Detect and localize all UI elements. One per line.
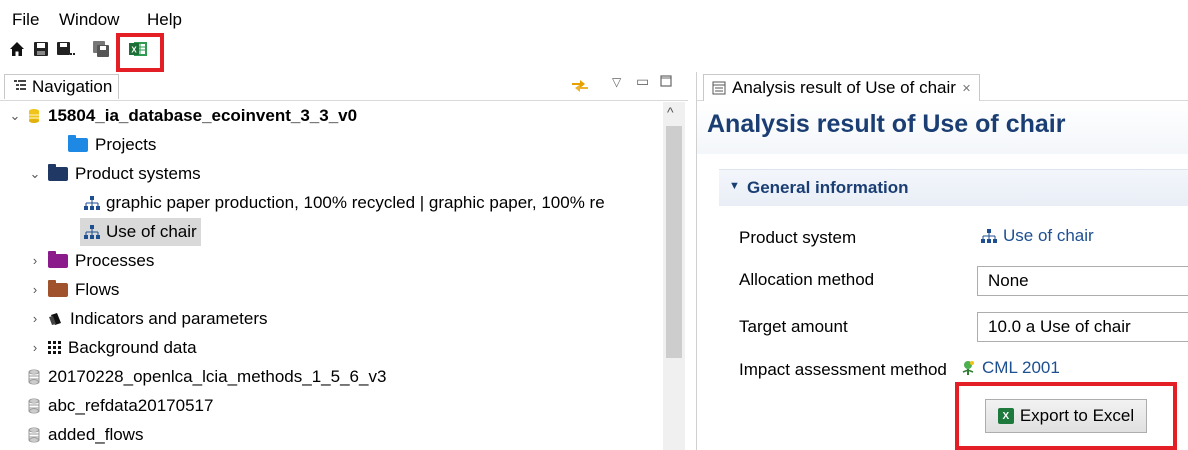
collapsed-chevron-icon[interactable]: › [28,254,42,268]
section-general-information[interactable]: ▼ General information [719,169,1188,206]
product-system-value: Use of chair [1003,226,1094,245]
navigation-panel: Navigation ▽ ▭ ⌄ 15804_ia_database_ecoin… [0,72,688,450]
editor-header: Analysis result of Use of chair ✕ [697,72,1188,101]
expanded-chevron-icon[interactable]: ⌄ [8,109,22,123]
database-icon [28,108,40,124]
tree-item-label: 15804_ia_database_ecoinvent_3_3_v0 [48,106,358,125]
editor-title: Analysis result of Use of chair [707,110,1066,138]
navigation-scrollbar[interactable]: ^ [663,102,685,450]
background-data-icon [48,341,62,355]
tree-item-label: Flows [75,280,120,299]
tree-item-label: Product systems [75,164,201,183]
tree-item-flows[interactable]: › Flows [28,276,119,304]
editor-tab-label: Analysis result of Use of chair [732,78,956,97]
save-all-icon[interactable] [92,40,110,58]
tree-item-graphic-paper[interactable]: graphic paper production, 100% recycled … [84,189,605,217]
minimize-icon[interactable]: ▭ [636,73,649,90]
product-system-icon [981,229,997,243]
maximize-icon[interactable] [660,74,672,92]
scrollbar-thumb[interactable] [666,126,682,358]
product-system-label: Product system [739,228,857,247]
folder-icon [48,251,68,268]
excel-highlight-box [116,33,164,72]
tree-item-label: abc_refdata20170517 [48,396,214,415]
product-system-icon [84,196,100,210]
impact-method-icon [960,360,976,376]
navigation-header: Navigation ▽ ▭ [0,72,688,101]
collapsed-chevron-icon[interactable]: › [28,341,42,355]
export-highlight-box [955,382,1177,450]
view-menu-icon[interactable]: ▽ [612,75,621,89]
indicators-icon [48,311,64,327]
close-tab-icon[interactable]: ✕ [962,82,971,95]
tree-item-label: graphic paper production, 100% recycled … [106,193,605,212]
tree-item-projects[interactable]: Projects [68,131,156,159]
navigation-tree: ⌄ 15804_ia_database_ecoinvent_3_3_v0 Pro… [0,102,660,450]
scroll-up-icon[interactable]: ^ [667,104,674,120]
tree-item-label: added_flows [48,425,144,444]
database-gray-icon [28,427,40,443]
tree-item-label: 20170228_openlca_lcia_methods_1_5_6_v3 [48,367,387,386]
expanded-chevron-icon[interactable]: ⌄ [28,167,42,181]
tree-item-refdata-db[interactable]: abc_refdata20170517 [28,392,213,420]
folder-icon [48,164,68,181]
product-system-link[interactable]: Use of chair [981,226,1094,246]
tree-item-label: Processes [75,251,155,270]
menu-help[interactable]: Help [147,10,182,30]
editor-panel: Analysis result of Use of chair ✕ Analys… [696,72,1188,450]
section-title: General information [747,178,909,197]
navigation-tab-label: Navigation [32,77,113,96]
menu-file[interactable]: File [12,10,39,30]
target-amount-field[interactable]: 10.0 a Use of chair [977,312,1188,342]
folder-icon [68,135,88,152]
tree-item-label: Background data [68,338,197,357]
collapsed-chevron-icon[interactable]: › [28,283,42,297]
analysis-result-icon [712,81,726,95]
impact-method-link[interactable]: CML 2001 [960,358,1060,378]
tree-item-lcia-methods-db[interactable]: 20170228_openlca_lcia_methods_1_5_6_v3 [28,363,386,391]
section-expanded-icon[interactable]: ▼ [729,180,740,192]
allocation-label: Allocation method [739,270,875,289]
tree-item-label: Indicators and parameters [70,309,268,328]
home-icon[interactable] [8,40,26,58]
navigation-tree-icon [13,75,27,99]
collapsed-chevron-icon[interactable]: › [28,312,42,326]
menu-bar: File Window Help [0,0,1188,34]
tree-item-added-flows-db[interactable]: added_flows [28,421,143,449]
tree-item-database[interactable]: ⌄ 15804_ia_database_ecoinvent_3_3_v0 [8,102,358,130]
database-gray-icon [28,369,40,385]
target-amount-label: Target amount [739,317,848,336]
tree-item-indicators[interactable]: › Indicators and parameters [28,305,268,333]
tree-item-label: Projects [95,135,157,154]
product-system-icon [84,225,100,239]
menu-window[interactable]: Window [59,10,119,30]
tree-item-processes[interactable]: › Processes [28,247,154,275]
tree-item-product-systems[interactable]: ⌄ Product systems [28,160,201,188]
toolbar: X [0,36,200,64]
impact-method-value: CML 2001 [982,358,1060,377]
link-with-editor-icon[interactable] [570,77,590,100]
editor-tab[interactable]: Analysis result of Use of chair ✕ [703,74,981,101]
tree-item-label: Use of chair [106,222,197,241]
tree-item-use-of-chair[interactable]: Use of chair [80,218,201,246]
allocation-select[interactable]: None [977,266,1188,296]
impact-method-label: Impact assessment method [739,360,947,379]
save-as-icon[interactable] [56,40,75,58]
save-icon[interactable] [32,40,50,58]
database-gray-icon [28,398,40,414]
tree-item-background-data[interactable]: › Background data [28,334,197,362]
folder-icon [48,280,68,297]
navigation-tab[interactable]: Navigation [4,74,120,99]
